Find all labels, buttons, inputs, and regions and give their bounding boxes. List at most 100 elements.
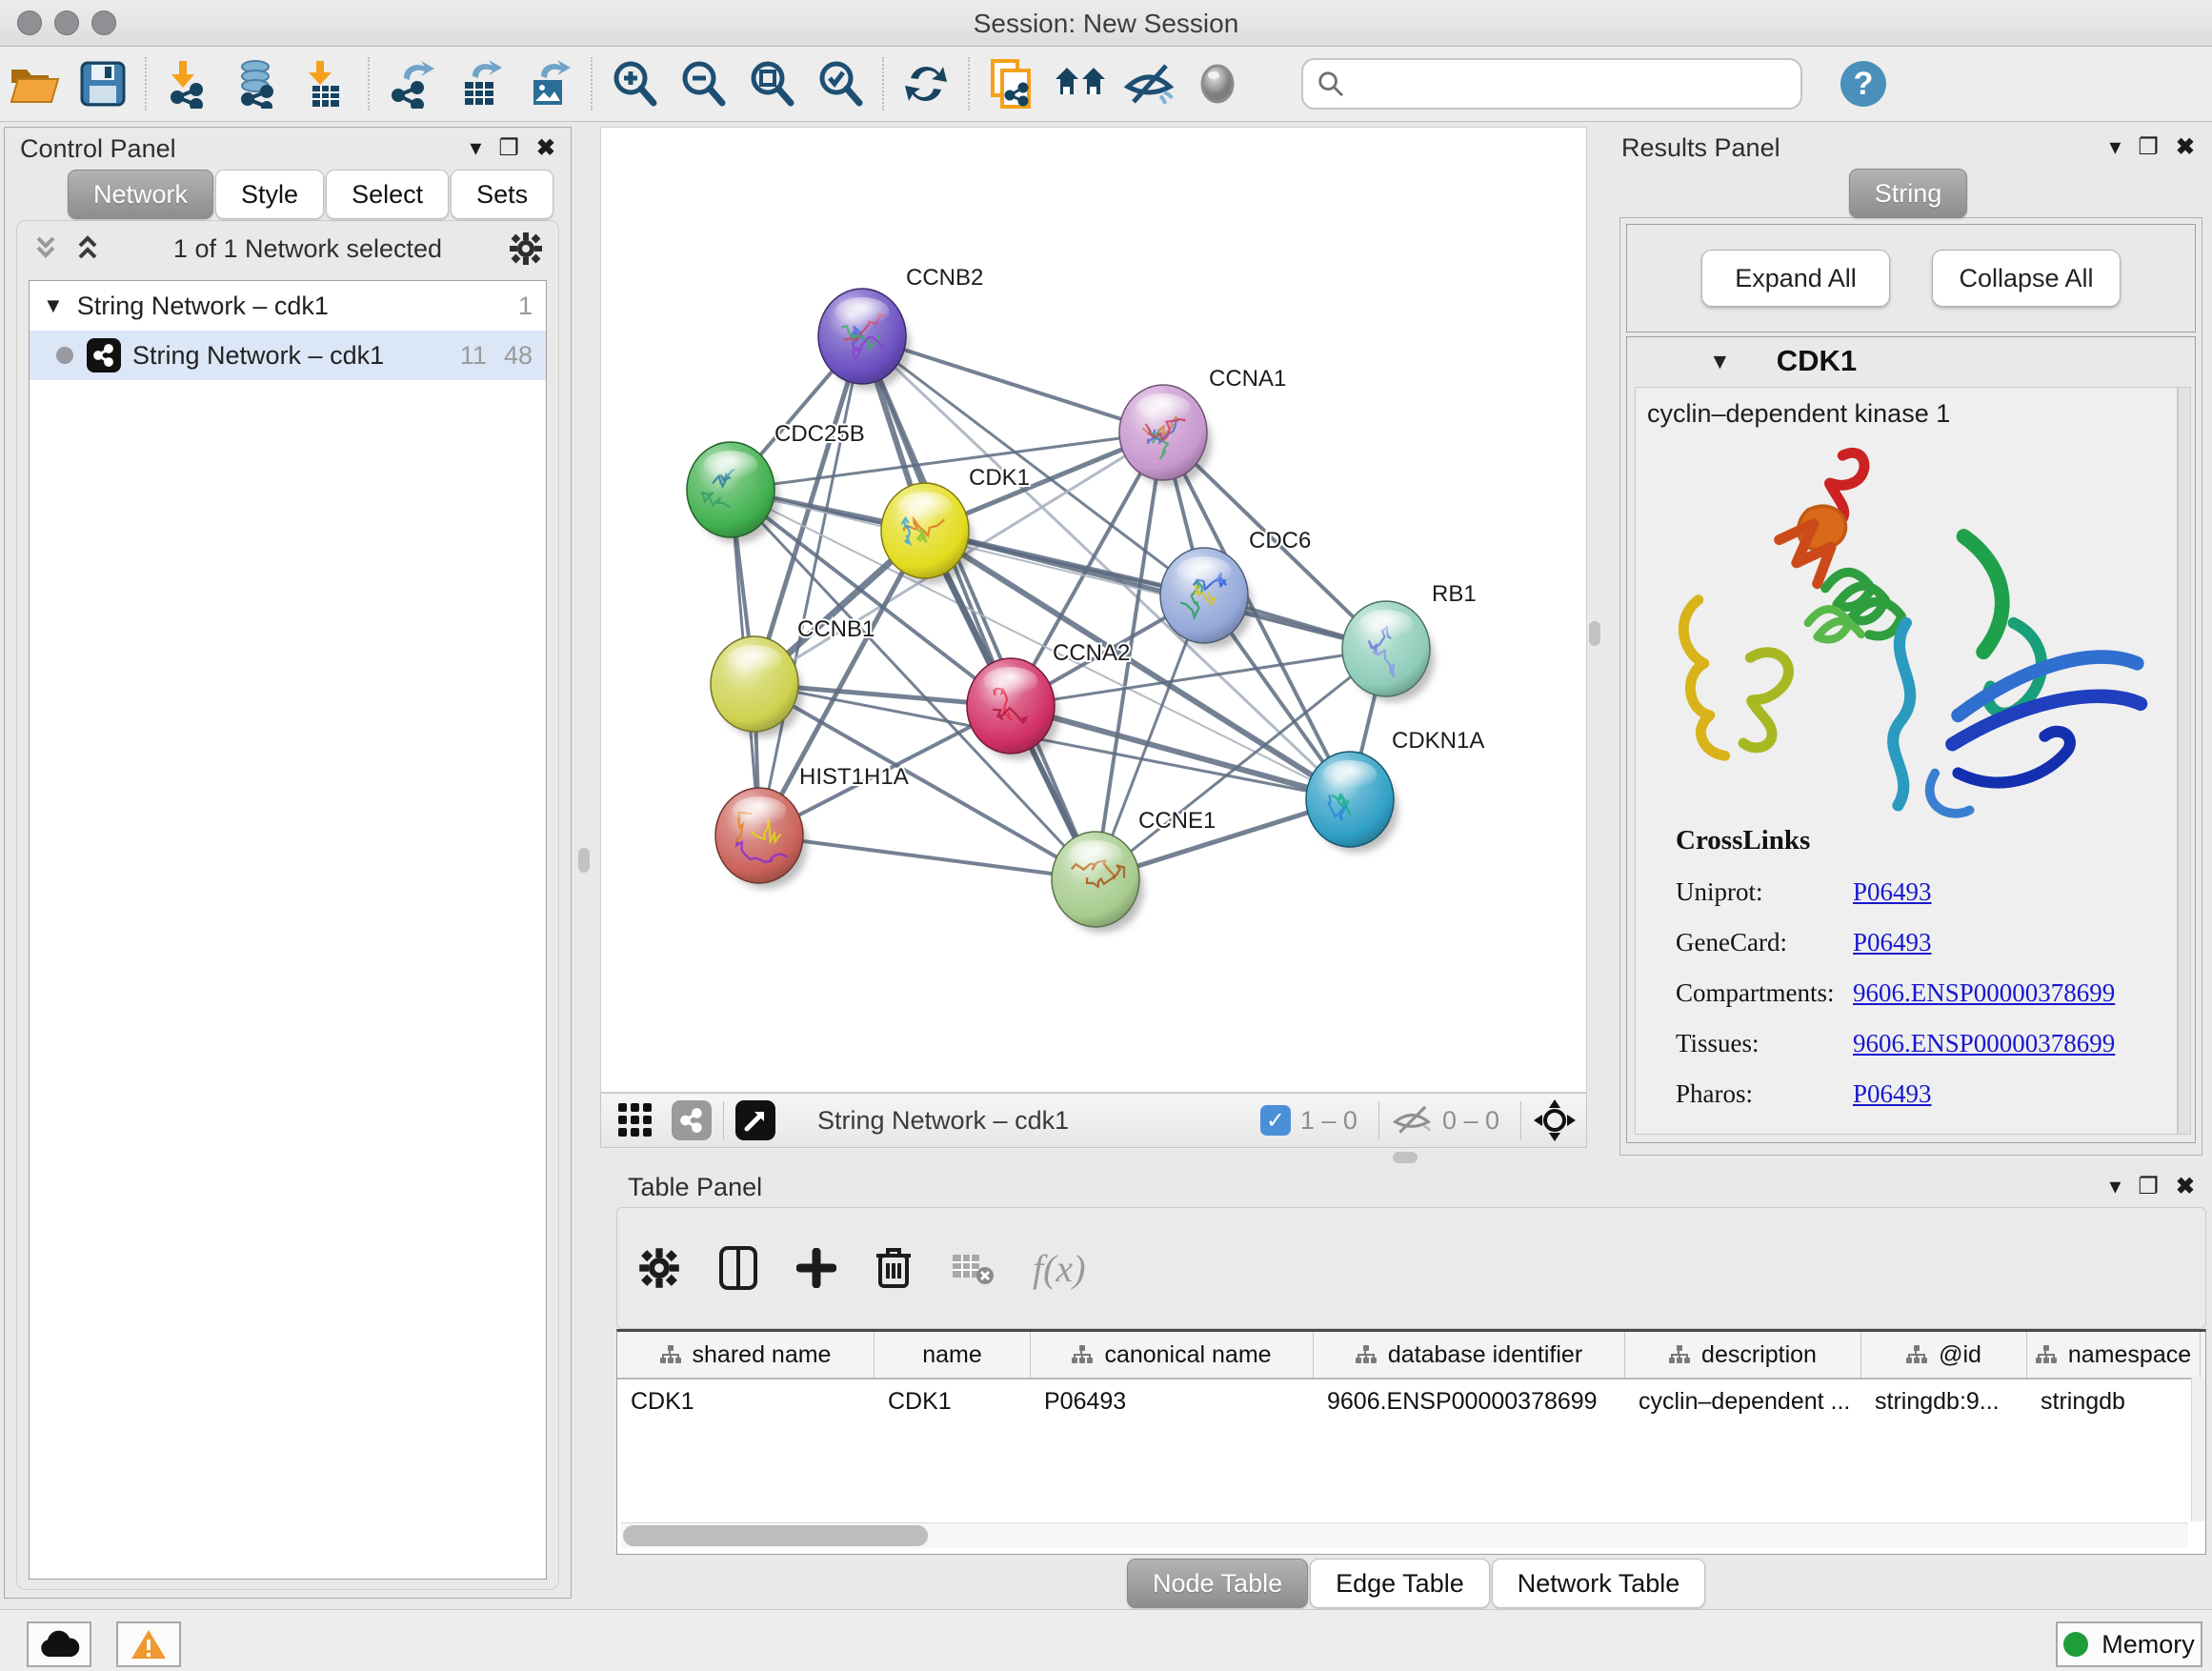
panel-close-icon[interactable]: ✖	[536, 137, 555, 160]
panel-float-icon[interactable]: ❐	[498, 137, 519, 160]
expand-all-icon[interactable]	[74, 234, 107, 263]
houses-icon[interactable]	[1046, 53, 1115, 114]
search-input[interactable]	[1345, 69, 1787, 100]
tab-select[interactable]: Select	[326, 170, 449, 219]
table-cell[interactable]: 9606.ENSP00000378699	[1314, 1379, 1625, 1423]
birdseye-view-icon[interactable]	[735, 1100, 775, 1140]
column-header-namespace[interactable]: namespace	[2027, 1332, 2201, 1378]
help-icon[interactable]: ?	[1829, 53, 1898, 114]
bottom-splitter-handle[interactable]	[1393, 1152, 1418, 1163]
node-CCNB2[interactable]: CCNB2	[818, 265, 983, 390]
tab-node-table[interactable]: Node Table	[1127, 1559, 1308, 1608]
column-header-@id[interactable]: @id	[1861, 1332, 2027, 1378]
save-session-icon[interactable]	[69, 53, 137, 114]
node-RB1[interactable]: RB1	[1342, 581, 1477, 702]
delete-column-icon[interactable]	[875, 1246, 913, 1290]
entry-expander-icon[interactable]: ▼	[1709, 349, 1731, 374]
column-header-canonical-name[interactable]: canonical name	[1031, 1332, 1314, 1378]
hidden-items-eye-icon[interactable]	[1391, 1103, 1433, 1137]
node-CDKN1A[interactable]: CDKN1A	[1306, 728, 1484, 853]
network-share-view-icon[interactable]	[672, 1100, 712, 1140]
results-scrollbar[interactable]	[2178, 387, 2191, 1135]
zoom-fit-icon[interactable]	[737, 53, 806, 114]
panel-float-icon[interactable]: ❐	[2138, 1176, 2159, 1198]
node-CCNB1[interactable]: CCNB1	[711, 616, 875, 737]
left-splitter-handle[interactable]	[578, 848, 590, 873]
panel-close-icon[interactable]: ✖	[2176, 136, 2195, 159]
memory-status-dot	[2063, 1632, 2088, 1657]
table-options-gear-icon[interactable]	[638, 1247, 680, 1289]
tree-expander-icon[interactable]: ▼	[43, 293, 64, 318]
warnings-button[interactable]	[116, 1621, 181, 1667]
export-network-icon[interactable]	[377, 53, 446, 114]
crosslink-link[interactable]: 9606.ENSP00000378699	[1853, 978, 2115, 1008]
import-network-from-file-icon[interactable]	[154, 53, 223, 114]
node-CDC6[interactable]: CDC6	[1160, 528, 1311, 649]
node-CDK1[interactable]: CDK1	[881, 465, 1030, 584]
network-collection-row[interactable]: ▼ String Network – cdk1 1	[30, 281, 546, 331]
tab-style[interactable]: Style	[215, 170, 324, 219]
node-CCNA1[interactable]: CCNA1	[1119, 366, 1286, 486]
show-columns-icon[interactable]	[718, 1245, 758, 1291]
panel-float-icon[interactable]: ❐	[2138, 136, 2159, 159]
crosslink-link[interactable]: P06493	[1853, 928, 1932, 957]
tab-network-table[interactable]: Network Table	[1492, 1559, 1706, 1608]
table-cell[interactable]: CDK1	[875, 1379, 1031, 1423]
network-options-gear-icon[interactable]	[509, 232, 543, 266]
table-horizontal-scrollbar[interactable]	[621, 1522, 2188, 1548]
hide-selected-eye-icon[interactable]	[1115, 53, 1183, 114]
import-table-from-file-icon[interactable]	[292, 53, 360, 114]
panel-close-icon[interactable]: ✖	[2176, 1176, 2195, 1198]
table-cell[interactable]: stringdb	[2027, 1379, 2201, 1423]
apply-layout-icon[interactable]	[892, 53, 960, 114]
table-cell[interactable]: stringdb:9...	[1861, 1379, 2027, 1423]
table-cell[interactable]: P06493	[1031, 1379, 1314, 1423]
show-all-eye-icon[interactable]	[1183, 53, 1252, 114]
collapse-all-button[interactable]: Collapse All	[1932, 250, 2121, 307]
crosslink-link[interactable]: 9606.ENSP00000378699	[1853, 1029, 2115, 1058]
table-cell[interactable]: CDK1	[617, 1379, 875, 1423]
network-graph[interactable]: CCNB2CCNA1CDC25BCDK1CDC6RB1CCNB1CCNA2CDK…	[601, 128, 1586, 1092]
zoom-selected-icon[interactable]	[806, 53, 875, 114]
crosslink-link[interactable]: P06493	[1853, 1079, 1932, 1109]
network-canvas[interactable]: CCNB2CCNA1CDC25BCDK1CDC6RB1CCNB1CCNA2CDK…	[600, 127, 1587, 1093]
node-CCNE1[interactable]: CCNE1	[1052, 808, 1216, 933]
network-node-count: 11	[460, 341, 487, 371]
tab-network[interactable]: Network	[68, 170, 213, 219]
right-splitter-handle[interactable]	[1589, 621, 1600, 646]
search-field[interactable]	[1301, 58, 1802, 110]
tab-edge-table[interactable]: Edge Table	[1310, 1559, 1490, 1608]
zoom-in-icon[interactable]	[600, 53, 669, 114]
memory-button[interactable]: Memory	[2056, 1621, 2202, 1667]
column-header-description[interactable]: description	[1625, 1332, 1861, 1378]
cloud-status-button[interactable]	[27, 1621, 91, 1667]
panel-collapse-icon[interactable]: ▾	[470, 137, 481, 160]
zoom-out-icon[interactable]	[669, 53, 737, 114]
panel-collapse-icon[interactable]: ▾	[2109, 136, 2121, 159]
crosslink-link[interactable]: P06493	[1853, 877, 1932, 907]
column-header-name[interactable]: name	[875, 1332, 1031, 1378]
export-table-icon[interactable]	[446, 53, 514, 114]
column-header-shared-name[interactable]: shared name	[617, 1332, 875, 1378]
table-vertical-scrollbar[interactable]	[2191, 1378, 2205, 1521]
node-HIST1H1A[interactable]: HIST1H1A	[715, 764, 909, 889]
network-edges[interactable]	[731, 336, 1386, 879]
selected-nodes-checkbox-icon[interactable]: ✓	[1260, 1105, 1291, 1136]
tab-sets[interactable]: Sets	[451, 170, 553, 219]
table-cell[interactable]: cyclin–dependent ...	[1625, 1379, 1861, 1423]
clone-network-icon[interactable]	[977, 53, 1046, 114]
expand-all-button[interactable]: Expand All	[1701, 250, 1890, 307]
table-row[interactable]: CDK1CDK1P064939606.ENSP00000378699cyclin…	[617, 1379, 2205, 1423]
import-network-from-database-icon[interactable]	[223, 53, 292, 114]
grid-mode-icon[interactable]	[616, 1101, 654, 1139]
panel-collapse-icon[interactable]: ▾	[2109, 1176, 2121, 1198]
add-column-icon[interactable]	[796, 1248, 836, 1288]
tab-string[interactable]: String	[1849, 169, 1968, 218]
open-session-icon[interactable]	[0, 53, 69, 114]
scrollbar-thumb[interactable]	[623, 1525, 928, 1546]
selection-mode-crosshair-icon[interactable]	[1533, 1098, 1577, 1142]
network-row-selected[interactable]: String Network – cdk1 11 48	[30, 331, 546, 380]
collapse-all-icon[interactable]	[32, 234, 65, 263]
export-image-icon[interactable]	[514, 53, 583, 114]
column-header-database-identifier[interactable]: database identifier	[1314, 1332, 1625, 1378]
